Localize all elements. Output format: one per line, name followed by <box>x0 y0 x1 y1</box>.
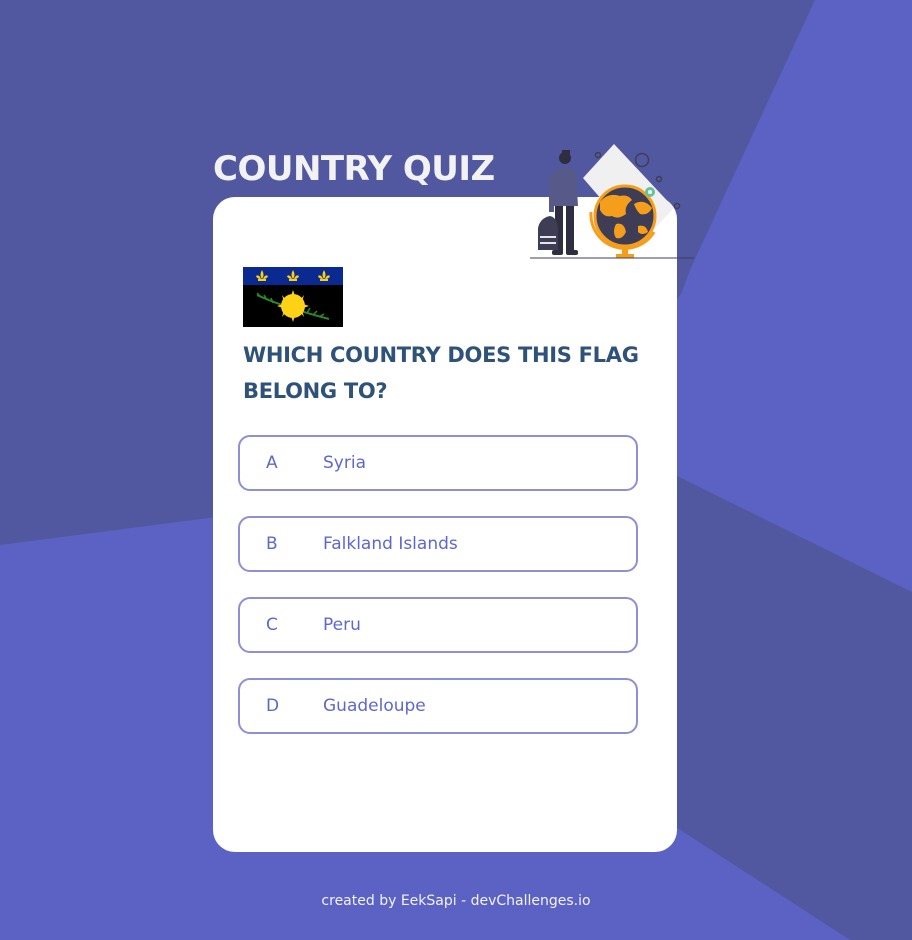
option-label: Falkland Islands <box>323 534 458 554</box>
traveler-globe-illustration <box>530 144 694 259</box>
question-text: WHICH COUNTRY DOES THIS FLAG BELONG TO? <box>243 343 639 403</box>
option-label: Peru <box>323 615 361 635</box>
option-label: Guadeloupe <box>323 696 426 716</box>
footer-credit: created by EekSapi - devChallenges.io <box>321 893 591 909</box>
option-letter: A <box>266 453 278 473</box>
option-letter: D <box>266 696 280 716</box>
app-title: COUNTRY QUIZ <box>213 149 495 189</box>
answer-option-a[interactable]: A Syria <box>238 435 638 491</box>
answer-option-d[interactable]: D Guadeloupe <box>238 678 638 734</box>
option-letter: B <box>266 534 278 554</box>
option-letter: C <box>266 615 278 635</box>
option-label: Syria <box>323 453 366 473</box>
answer-option-c[interactable]: C Peru <box>238 597 638 653</box>
answer-option-b[interactable]: B Falkland Islands <box>238 516 638 572</box>
guadeloupe-flag-icon <box>243 267 343 327</box>
